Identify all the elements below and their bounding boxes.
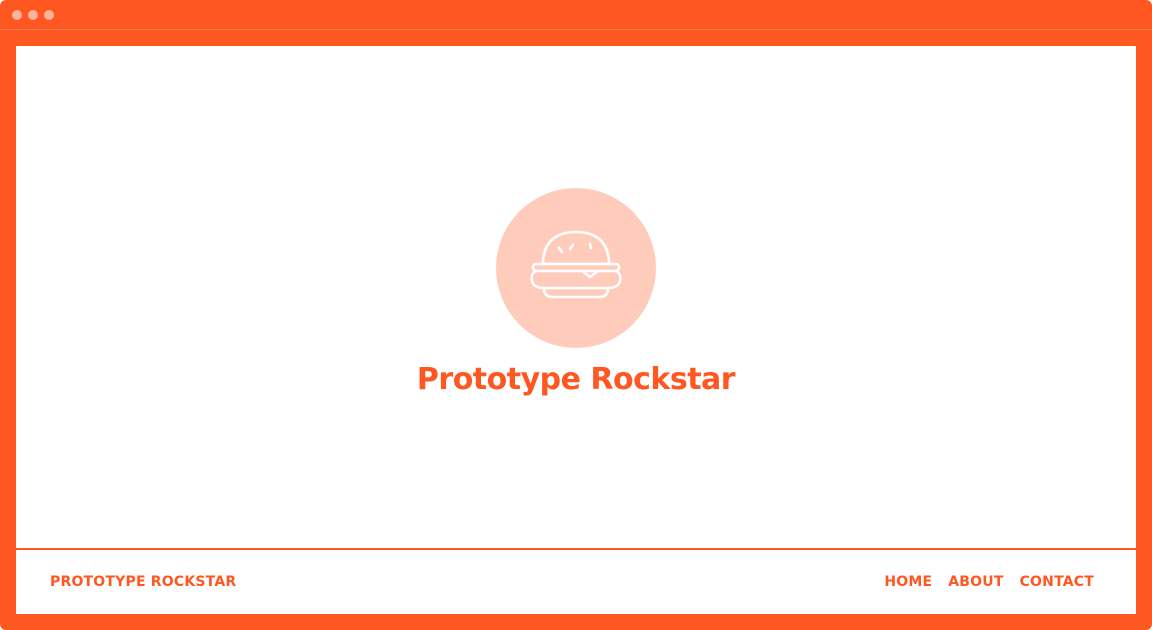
burger-icon [530,230,622,299]
nav-link-home[interactable]: HOME [884,574,932,590]
nav-link-about[interactable]: ABOUT [948,574,1003,590]
nav-link-contact[interactable]: CONTACT [1020,574,1094,590]
hero-section: Prototype Rockstar [16,46,1136,548]
site-title: Prototype Rockstar [416,362,736,397]
window-control-close[interactable] [12,10,22,20]
logo [496,188,656,348]
window-titlebar [0,0,1152,30]
page-viewport: Prototype Rockstar PROTOTYPE ROCKSTAR HO… [16,46,1136,614]
footer: PROTOTYPE ROCKSTAR HOME ABOUT CONTACT [16,548,1136,614]
browser-window: Prototype Rockstar PROTOTYPE ROCKSTAR HO… [0,0,1152,630]
footer-brand[interactable]: PROTOTYPE ROCKSTAR [50,574,236,590]
window-control-minimize[interactable] [28,10,38,20]
footer-nav: HOME ABOUT CONTACT [884,574,1094,590]
window-control-maximize[interactable] [44,10,54,20]
